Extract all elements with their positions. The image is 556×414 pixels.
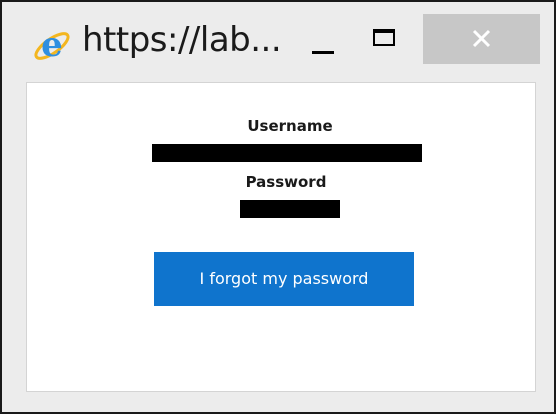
password-field[interactable] (240, 200, 340, 218)
minimize-icon (312, 51, 334, 54)
username-field[interactable] (152, 144, 422, 162)
minimize-button[interactable] (302, 24, 350, 64)
close-button[interactable] (423, 14, 540, 64)
window-title: https://lab... (82, 20, 282, 60)
maximize-icon (373, 29, 395, 46)
internet-explorer-icon: e (32, 25, 72, 66)
forgot-password-button[interactable]: I forgot my password (154, 252, 414, 306)
maximize-button[interactable] (362, 24, 410, 64)
username-label: Username (247, 117, 333, 135)
svg-text:e: e (41, 26, 63, 65)
browser-window: e https://lab... Username Password I for… (0, 0, 556, 414)
title-bar[interactable]: e https://lab... (2, 2, 554, 82)
page-content: Username Password I forgot my password (26, 82, 536, 392)
password-label: Password (245, 173, 327, 191)
close-icon (423, 14, 540, 64)
